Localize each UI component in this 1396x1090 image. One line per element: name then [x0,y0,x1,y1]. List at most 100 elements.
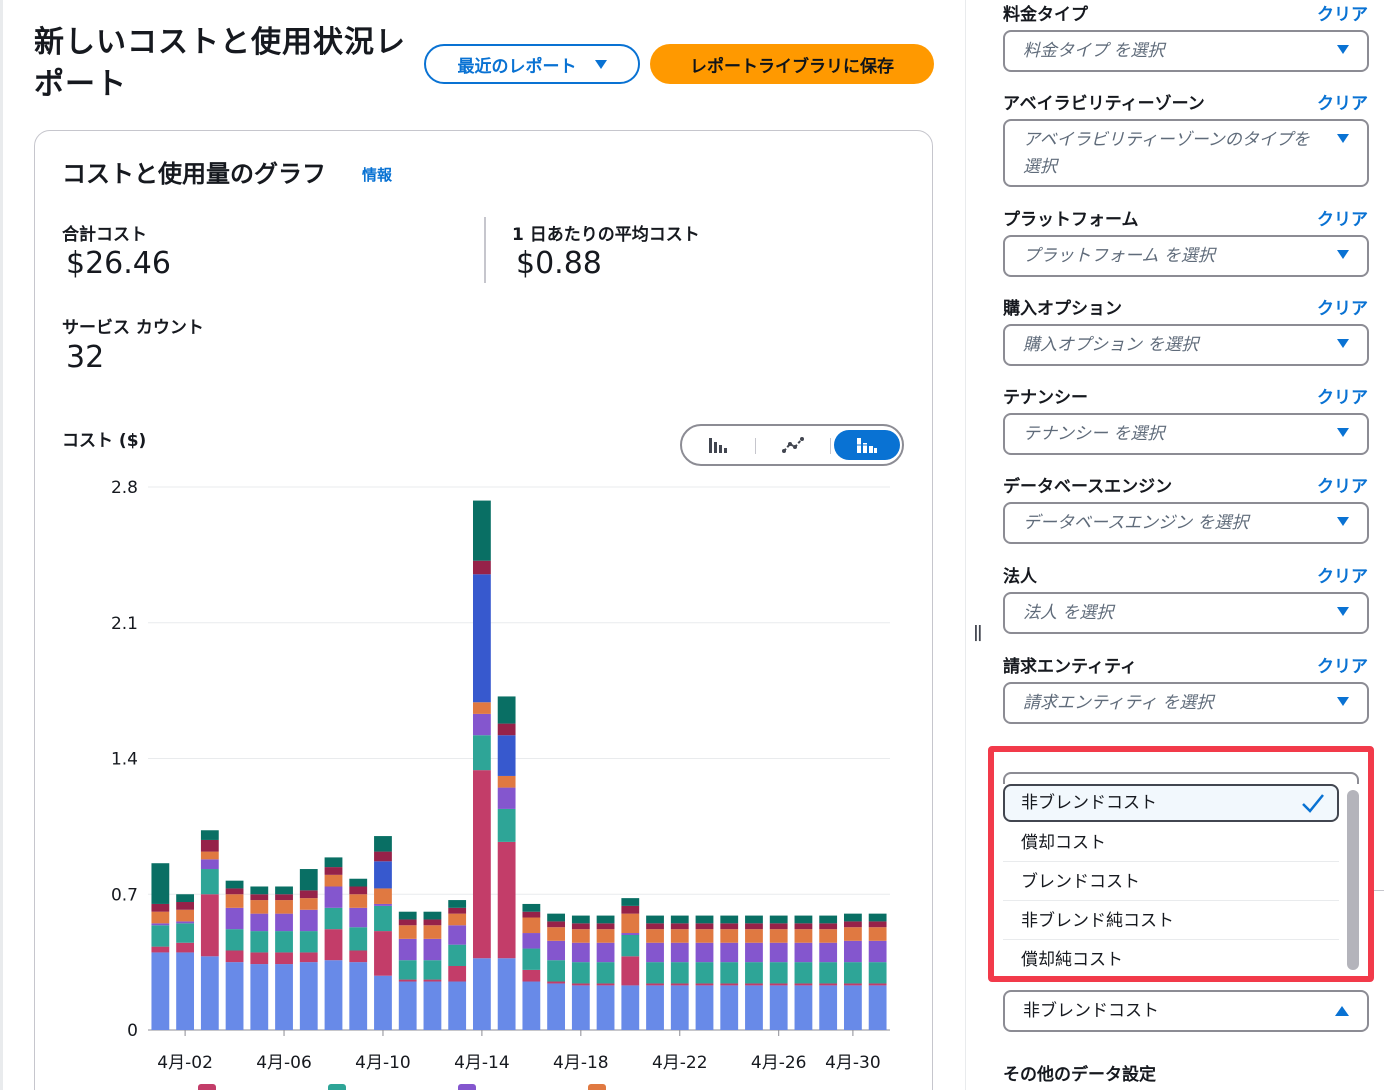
x-tick-label: 4月-22 [652,1053,708,1073]
recent-reports-button[interactable]: 最近のレポート [424,44,640,84]
chart-type-toggle [680,424,904,466]
bar-segment [151,911,170,924]
x-tick-label: 4月-26 [751,1053,807,1073]
bar-segment [819,942,838,963]
bar-segment [596,915,615,924]
bar-segment [497,958,516,1030]
bar-segment [670,942,689,963]
clear-tenancy[interactable]: クリア [1317,383,1368,408]
bar-segment [275,964,293,1030]
bar-segment [299,952,318,963]
check-icon [1302,794,1324,813]
x-tick-label: 4月-18 [553,1053,609,1073]
select-placeholder: テナンシー を選択 [1023,424,1165,444]
bar-segment [200,830,219,840]
clear-platform[interactable]: クリア [1317,205,1368,230]
bar-segment [596,962,615,984]
bar-segment [299,898,318,910]
bar-segment [151,863,170,904]
bar-segment [571,915,590,924]
bar-segment [349,886,368,895]
bar-segment [176,894,195,903]
filter-label-platform: プラットフォーム [1003,210,1139,230]
bar-segment [324,907,343,930]
bar-segment [472,574,491,703]
bar-segment [250,931,269,953]
bar-segment [324,857,343,868]
avg-daily-cost-value: $0.88 [516,246,602,281]
filter-label-tenancy: テナンシー [1003,388,1088,408]
bar-chart-toggle[interactable] [686,430,752,460]
bar-segment [250,900,269,914]
bar-segment [794,983,813,986]
tenancy-select[interactable]: テナンシー を選択 [1003,413,1369,455]
option-net-unblended-cost[interactable]: 非ブレンド純コスト [1003,902,1339,940]
clear-billing-entity[interactable]: クリア [1317,652,1368,677]
bar-segment [745,942,763,963]
legal-entity-select[interactable]: 法人 を選択 [1003,592,1369,634]
bar-segment [151,952,170,1030]
info-link[interactable]: 情報 [362,164,392,185]
bar-segment [324,960,343,1030]
option-unblended-cost[interactable]: 非ブレンドコスト [1003,784,1339,822]
bar-segment [745,985,763,1030]
clear-charge-type[interactable]: クリア [1317,0,1368,25]
bar-segment [547,927,566,941]
bar-segment [225,880,244,889]
bar-segment [200,839,219,852]
bar-segment [225,929,244,951]
platform-select[interactable]: プラットフォーム を選択 [1003,235,1369,277]
bar-segment [275,952,293,965]
bar-segment [571,985,590,1030]
dropdown-scrollbar[interactable] [1347,790,1359,970]
availability-zone-select[interactable]: アベイラビリティーゾーンのタイプを選択 [1003,119,1369,187]
bar-segment [868,913,887,922]
bar-segment [324,886,343,908]
option-amortized-cost[interactable]: 償却コスト [1003,824,1339,862]
bar-segment [225,962,244,1030]
legend-swatch [588,1084,606,1090]
bar-segment [868,985,887,1030]
caret-down-icon [1337,428,1349,437]
clear-availability-zone[interactable]: クリア [1317,89,1368,114]
bar-segment [374,861,392,889]
select-placeholder: データベースエンジン を選択 [1023,513,1249,533]
billing-entity-select[interactable]: 請求エンティティ を選択 [1003,682,1369,724]
clear-legal-entity[interactable]: クリア [1317,562,1368,587]
bar-segment [250,964,269,1030]
bar-segment [596,929,615,943]
bar-segment [571,942,590,963]
purchase-option-select[interactable]: 購入オプション を選択 [1003,324,1369,366]
option-net-amortized-cost[interactable]: 償却純コスト [1003,941,1339,970]
bar-segment [398,911,417,920]
clear-purchase-option[interactable]: クリア [1317,294,1368,319]
x-tick-label: 4月-14 [454,1053,510,1073]
charge-type-select[interactable]: 料金タイプ を選択 [1003,30,1369,72]
cost-type-select[interactable]: 非ブレンドコスト [1003,990,1369,1032]
caret-down-icon [1337,517,1349,526]
toggle-separator [755,438,756,454]
save-to-library-button[interactable]: レポートライブラリに保存 [650,44,934,84]
stacked-bar-chart-toggle[interactable] [834,430,900,460]
y-tick-label: 0.7 [111,885,138,905]
bar-segment [868,921,887,928]
database-engine-select[interactable]: データベースエンジン を選択 [1003,502,1369,544]
select-placeholder: 請求エンティティ を選択 [1023,693,1214,713]
bar-segment [423,911,442,920]
option-blended-cost[interactable]: ブレンドコスト [1003,863,1339,901]
resize-handle[interactable]: || [973,622,983,641]
option-label: 非ブレンドコスト [1021,793,1157,813]
bar-segment [646,985,664,1030]
x-tick-label: 4月-30 [825,1053,881,1073]
bar-segment [720,915,739,924]
bar-segment [472,958,491,1030]
line-chart-toggle[interactable] [760,430,826,460]
bar-segment [398,938,417,961]
caret-up-icon [1335,1006,1349,1016]
bar-segment [448,925,467,945]
bar-segment [547,960,566,982]
bar-segment [497,841,516,959]
x-tick-label: 4月-10 [355,1053,411,1073]
clear-database-engine[interactable]: クリア [1317,472,1368,497]
bar-segment [299,869,318,891]
